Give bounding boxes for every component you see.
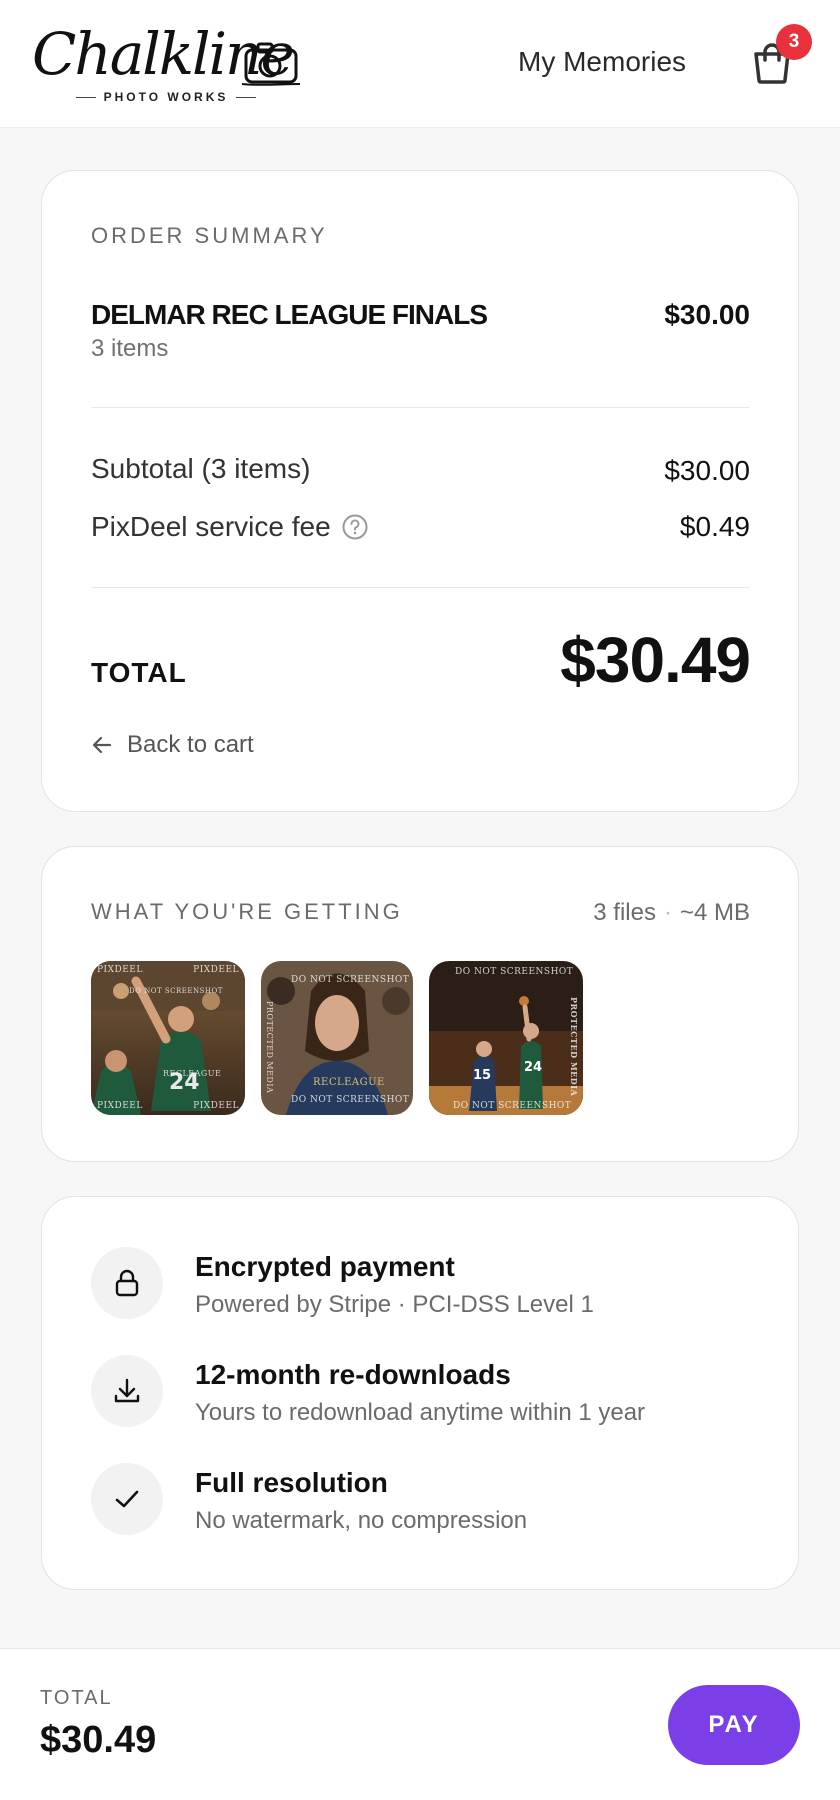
pay-button[interactable]: PAY — [668, 1685, 800, 1765]
file-count: 3 files — [593, 899, 656, 926]
watermark-text: PIXDEEL — [97, 1101, 143, 1111]
check-icon — [115, 1490, 139, 1508]
checkout-footer: TOTAL $30.49 PAY — [0, 1648, 840, 1800]
feature-title: Full resolution — [195, 1467, 388, 1498]
watermark-text: PROTECTED MEDIA — [265, 1001, 274, 1094]
help-circle-icon[interactable] — [341, 513, 369, 541]
subtotal-label-text: Subtotal (3 items) — [91, 453, 311, 484]
files-meta: 3 files · ~4 MB — [593, 899, 750, 926]
service-fee-label-text: PixDeel service fee — [91, 511, 331, 542]
footer-total-label: TOTAL — [40, 1687, 113, 1709]
feature-description: Yours to redownload anytime within 1 yea… — [195, 1399, 646, 1426]
watermark-text: DO NOT SCREENSHOT — [453, 1101, 572, 1111]
feature-redownloads: 12-month re-downloads Yours to redownloa… — [91, 1355, 771, 1431]
svg-text:15: 15 — [473, 1068, 491, 1083]
order-summary-heading: ORDER SUMMARY — [91, 223, 328, 248]
total-value: $30.49 — [560, 624, 751, 696]
cart-count-badge: 3 — [776, 24, 812, 60]
feature-encrypted-payment: Encrypted payment Powered by Stripe · PC… — [91, 1247, 771, 1323]
my-memories-link[interactable]: My Memories — [518, 46, 686, 78]
photo-thumbnail[interactable]: 15 24 DO NOT SCREENSHOT DO NOT SCREENSHO… — [429, 961, 583, 1115]
divider — [91, 587, 750, 588]
footer-total-value: $30.49 — [40, 1719, 157, 1761]
event-item-count: 3 items — [91, 335, 169, 362]
top-header: Chalkline PHOTO WORKS My Memories 3 — [0, 0, 840, 128]
feature-icon-circle — [91, 1247, 163, 1319]
service-fee-value: $0.49 — [679, 511, 750, 542]
watermark-text: PIXDEEL — [193, 965, 239, 975]
photo-thumbnail[interactable]: DO NOT SCREENSHOT DO NOT SCREENSHOT PROT… — [261, 961, 413, 1115]
photo-image: 24 — [91, 961, 245, 1115]
photo-thumbnail[interactable]: 24 PIXDEEL PIXDEEL DO NOT SCREENSHOT PIX… — [91, 961, 245, 1115]
watermark-text: PROTECTED MEDIA — [569, 997, 579, 1097]
camera-icon — [241, 42, 301, 86]
files-heading: WHAT YOU'RE GETTING — [91, 899, 403, 924]
subtotal-label: Subtotal (3 items) — [91, 453, 310, 485]
watermark-text: DO NOT SCREENSHOT — [291, 1095, 410, 1105]
watermark-text: PIXDEEL — [97, 965, 143, 975]
order-summary-card: ORDER SUMMARY DELMAR REC LEAGUE FINALS 3… — [41, 170, 799, 812]
back-to-cart-link[interactable]: Back to cart — [91, 731, 254, 759]
feature-title: 12-month re-downloads — [195, 1359, 511, 1390]
back-to-cart-label: Back to cart — [127, 731, 254, 758]
feature-icon-circle — [91, 1355, 163, 1427]
jersey-text: RECLEAGUE — [313, 1077, 385, 1088]
features-card: Encrypted payment Powered by Stripe · PC… — [41, 1196, 799, 1590]
service-fee-label: PixDeel service fee — [91, 511, 369, 543]
logo-tagline: PHOTO WORKS — [76, 90, 256, 104]
lock-icon — [115, 1269, 139, 1297]
photo-image: 15 24 — [429, 961, 583, 1115]
jersey-text: RECLEAGUE — [163, 1069, 222, 1078]
watermark-text: DO NOT SCREENSHOT — [291, 975, 410, 985]
event-name: DELMAR REC LEAGUE FINALS — [91, 299, 488, 330]
subtotal-value: $30.00 — [664, 455, 750, 486]
divider — [91, 407, 750, 408]
feature-description: Powered by Stripe · PCI-DSS Level 1 — [195, 1291, 594, 1318]
watermark-text: DO NOT SCREENSHOT — [129, 987, 223, 995]
logo-tagline-text: PHOTO WORKS — [103, 90, 229, 104]
watermark-text: DO NOT SCREENSHOT — [455, 967, 574, 977]
total-label: TOTAL — [91, 657, 187, 688]
brand-logo[interactable]: Chalkline PHOTO WORKS — [30, 20, 310, 110]
feature-description: No watermark, no compression — [195, 1507, 528, 1534]
feature-icon-circle — [91, 1463, 163, 1535]
svg-text:24: 24 — [524, 1060, 542, 1075]
file-size: ~4 MB — [679, 899, 750, 926]
watermark-text: PIXDEEL — [193, 1101, 239, 1111]
arrow-left-icon — [92, 736, 112, 754]
event-price: $30.00 — [664, 299, 750, 330]
feature-full-resolution: Full resolution No watermark, no compres… — [91, 1463, 771, 1539]
download-icon — [114, 1378, 140, 1403]
files-preview-card: WHAT YOU'RE GETTING 3 files · ~4 MB 24 PIX… — [41, 846, 799, 1162]
feature-title: Encrypted payment — [195, 1251, 455, 1282]
